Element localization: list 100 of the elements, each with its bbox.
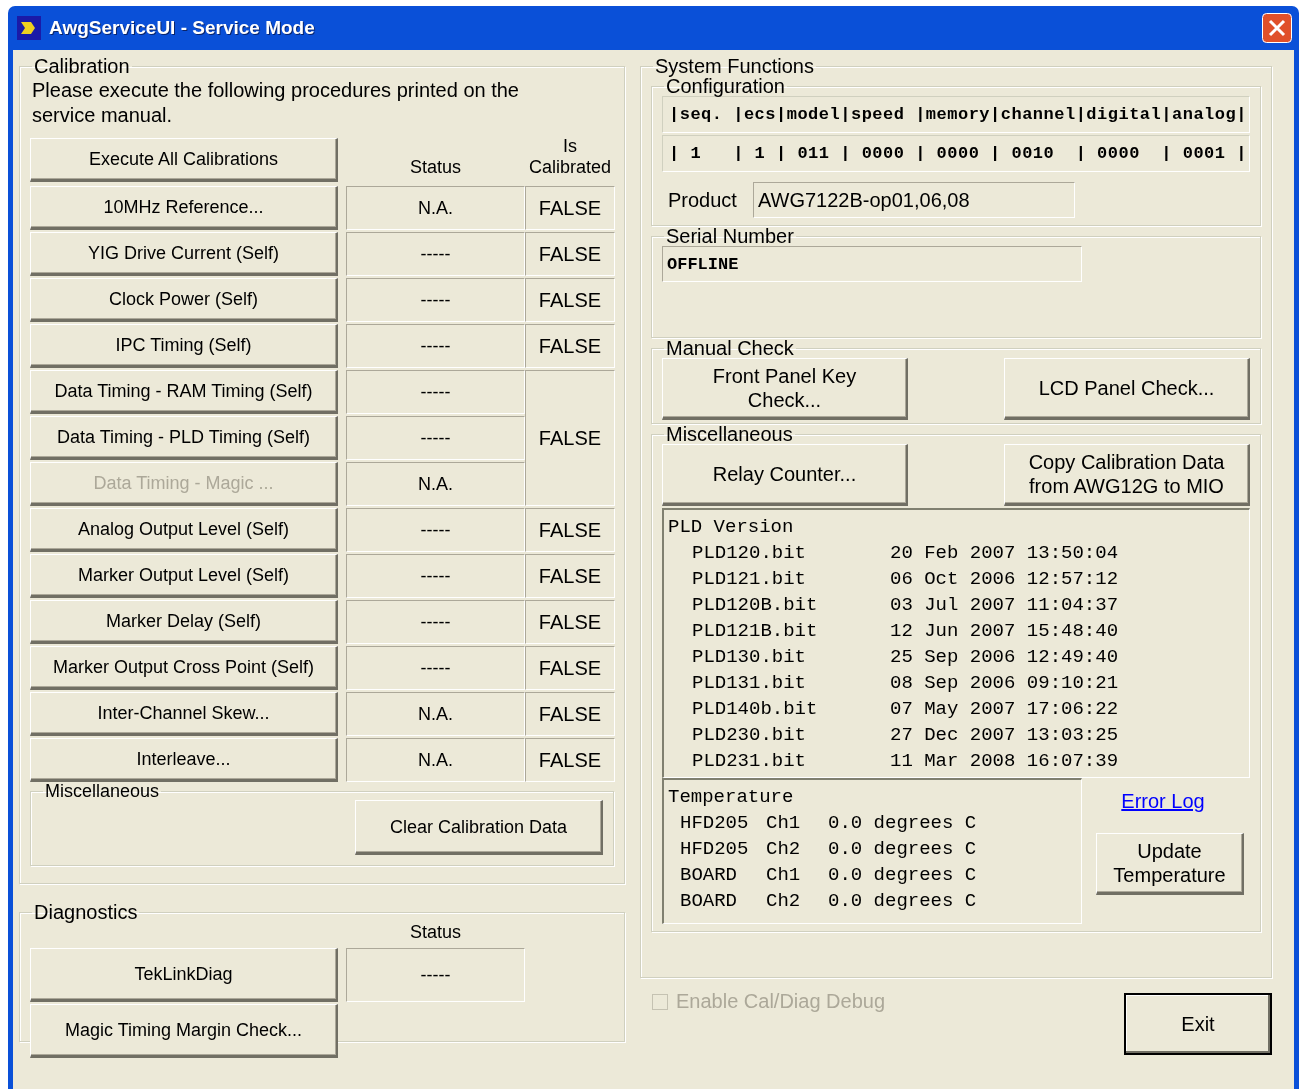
calibrated-cell: FALSE: [525, 554, 615, 598]
file-name: PLD121B.bit: [692, 619, 819, 644]
group-title: Serial Number: [665, 226, 795, 246]
calibration-button[interactable]: Data Timing - RAM Timing (Self): [30, 370, 338, 414]
lcd-panel-check-button[interactable]: LCD Panel Check...: [1004, 358, 1250, 420]
status-cell: -----: [346, 370, 525, 414]
product-field: AWG7122B-op01,06,08: [752, 182, 1075, 218]
status-cell: -----: [346, 278, 525, 322]
instruction-text: Please execute the following procedures printed on the service manual.: [32, 78, 520, 128]
calibrated-cell: FALSE: [525, 186, 615, 230]
temperature-value: 0.0 degrees C: [828, 863, 977, 888]
file-date: 20 Feb 2007 13:50:04: [890, 541, 1119, 566]
status-cell: N.A.: [346, 462, 525, 506]
file-date: 25 Sep 2006 12:49:40: [890, 645, 1119, 670]
sensor-name: HFD205: [680, 811, 750, 836]
close-icon[interactable]: [1262, 13, 1292, 43]
copy-calibration-button[interactable]: Copy Calibration Data from AWG12G to MIO: [1004, 444, 1250, 506]
window-title: AwgServiceUI - Service Mode: [49, 17, 316, 39]
calibrated-cell: FALSE: [525, 692, 615, 736]
status-cell: -----: [346, 324, 525, 368]
calibrated-cell: FALSE: [525, 508, 615, 552]
calibration-button[interactable]: Marker Delay (Self): [30, 600, 338, 644]
channel-name: Ch1: [766, 811, 802, 836]
calibrated-cell: FALSE: [525, 232, 615, 276]
file-date: 06 Oct 2006 12:57:12: [890, 567, 1119, 592]
update-temperature-button[interactable]: Update Temperature: [1096, 833, 1244, 895]
calibrated-cell: FALSE: [525, 370, 615, 506]
calibrated-cell: FALSE: [525, 324, 615, 368]
group-title: Configuration: [666, 76, 786, 96]
calibration-button[interactable]: Analog Output Level (Self): [30, 508, 338, 552]
status-cell: N.A.: [346, 692, 525, 736]
status-cell: N.A.: [346, 738, 525, 782]
file-date: 11 Mar 2008 16:07:39: [890, 749, 1119, 774]
error-log-link[interactable]: Error Log: [1121, 790, 1205, 813]
diagnostic-button[interactable]: TekLinkDiag: [30, 948, 338, 1002]
configuration-values: | 1 | 1 | 011 | 0000 | 0000 | 0010 | 0000 | 0001 |: [662, 135, 1250, 172]
temperature-value: 0.0 degrees C: [828, 811, 977, 836]
file-date: 03 Jul 2007 11:04:37: [890, 593, 1119, 618]
status-cell: N.A.: [346, 186, 525, 230]
file-date: 12 Jun 2007 15:48:40: [890, 619, 1119, 644]
serial-number-field: OFFLINE: [662, 246, 1082, 282]
file-date: 08 Sep 2006 09:10:21: [890, 671, 1119, 696]
group-title: Calibration: [33, 56, 131, 76]
temperature-value: 0.0 degrees C: [828, 837, 977, 862]
group-title: Miscellaneous: [665, 424, 794, 444]
temperature-value: 0.0 degrees C: [828, 889, 977, 914]
calibration-button[interactable]: Inter-Channel Skew...: [30, 692, 338, 736]
calibration-button[interactable]: Marker Output Cross Point (Self): [30, 646, 338, 690]
calibration-button[interactable]: Data Timing - PLD Timing (Self): [30, 416, 338, 460]
status-cell: -----: [346, 646, 525, 690]
status-cell: -----: [346, 416, 525, 460]
column-header: Status: [409, 157, 462, 179]
product-label: Product: [668, 188, 737, 212]
sensor-name: BOARD: [680, 863, 738, 888]
status-cell: -----: [346, 554, 525, 598]
file-name: PLD120.bit: [692, 541, 808, 566]
file-name: PLD130.bit: [692, 645, 808, 670]
column-header: Is Calibrated: [527, 136, 612, 179]
file-date: 27 Dec 2007 13:03:25: [890, 723, 1119, 748]
execute-all-button[interactable]: Execute All Calibrations: [30, 138, 338, 182]
calibration-button[interactable]: Interleave...: [30, 738, 338, 782]
file-date: 07 May 2007 17:06:22: [890, 697, 1119, 722]
calibration-button[interactable]: YIG Drive Current (Self): [30, 232, 338, 276]
relay-counter-button[interactable]: Relay Counter...: [662, 444, 908, 506]
status-cell: -----: [346, 948, 525, 1002]
calibrated-cell: FALSE: [525, 278, 615, 322]
file-name: PLD140b.bit: [692, 697, 819, 722]
calibrated-cell: FALSE: [525, 738, 615, 782]
list-heading: PLD Version: [668, 515, 795, 540]
channel-name: Ch2: [766, 889, 802, 914]
calibration-button[interactable]: Marker Output Level (Self): [30, 554, 338, 598]
status-cell: -----: [346, 232, 525, 276]
status-cell: -----: [346, 508, 525, 552]
status-cell: -----: [346, 600, 525, 644]
calibration-button[interactable]: Clock Power (Self): [30, 278, 338, 322]
file-name: PLD131.bit: [692, 671, 808, 696]
list-heading: Temperature: [668, 785, 795, 810]
file-name: PLD121.bit: [692, 567, 808, 592]
channel-name: Ch1: [766, 863, 802, 888]
calibration-button[interactable]: 10MHz Reference...: [30, 186, 338, 230]
app-icon: [17, 16, 41, 40]
group-title: Manual Check: [665, 338, 795, 358]
configuration-header: |seq. |ecs|model|speed |memory|channel|digital|analog|: [662, 96, 1250, 133]
front-panel-key-check-button[interactable]: Front Panel Key Check...: [662, 358, 908, 420]
calibrated-cell: FALSE: [525, 600, 615, 644]
clear-calibration-button[interactable]: Clear Calibration Data: [355, 800, 603, 855]
file-name: PLD231.bit: [692, 749, 808, 774]
column-header: Status: [409, 922, 462, 943]
exit-button[interactable]: Exit: [1124, 993, 1272, 1055]
checkbox-label: Enable Cal/Diag Debug: [676, 990, 886, 1013]
group-title: Miscellaneous: [44, 782, 161, 800]
sensor-name: BOARD: [680, 889, 738, 914]
group-title: Diagnostics: [33, 902, 139, 922]
calibration-button[interactable]: IPC Timing (Self): [30, 324, 338, 368]
file-name: PLD120B.bit: [692, 593, 819, 618]
sensor-name: HFD205: [680, 837, 750, 862]
calibrated-cell: FALSE: [525, 646, 615, 690]
channel-name: Ch2: [766, 837, 802, 862]
file-name: PLD230.bit: [692, 723, 808, 748]
diagnostic-button[interactable]: Magic Timing Margin Check...: [30, 1004, 338, 1058]
